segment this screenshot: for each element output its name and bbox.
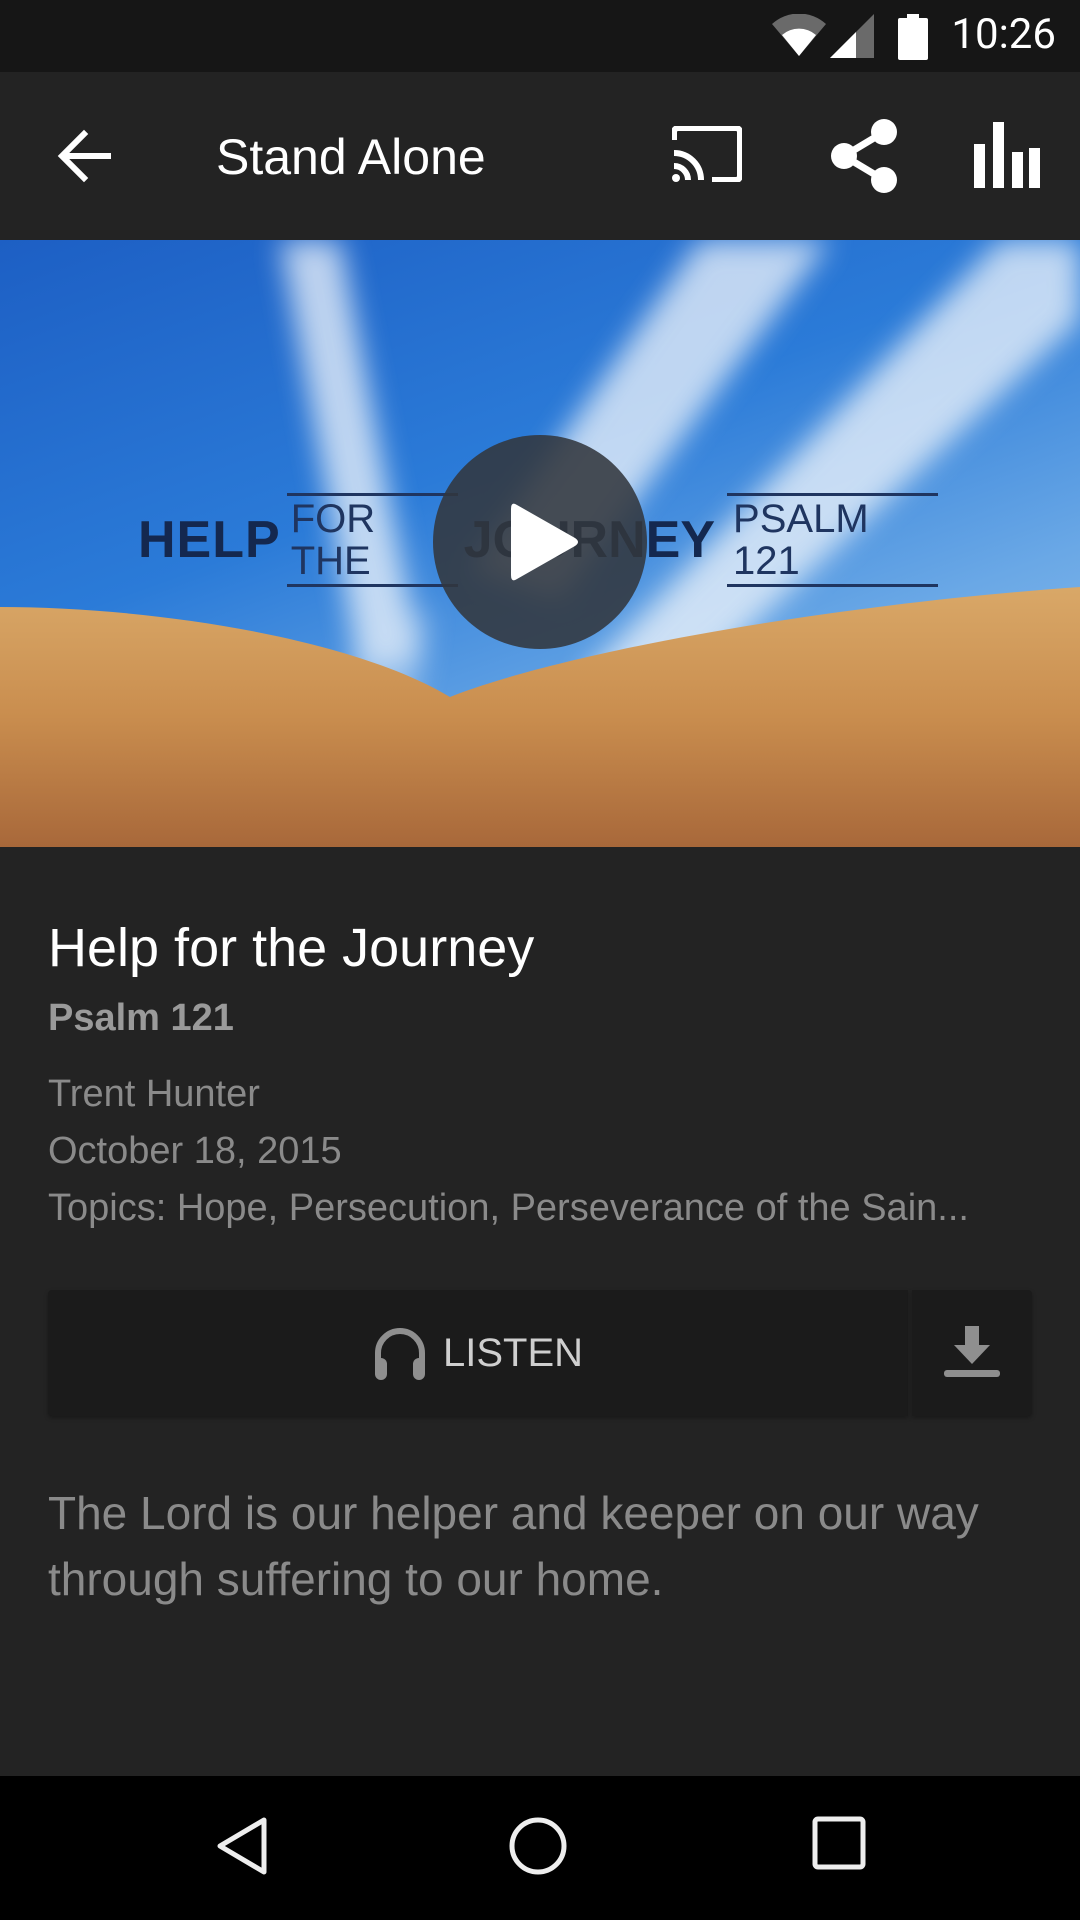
download-icon	[944, 1326, 1000, 1377]
headphones-icon	[374, 1328, 425, 1380]
action-buttons: LISTEN	[48, 1290, 1032, 1416]
home-circle-icon[interactable]	[508, 1816, 568, 1876]
sermon-date: October 18, 2015	[48, 1130, 342, 1172]
page-title: Stand Alone	[216, 129, 486, 185]
sermon-speaker: Trent Hunter	[48, 1073, 260, 1115]
sermon-details: Help for the Journey Psalm 121 Trent Hun…	[48, 910, 1038, 1237]
sermon-description: The Lord is our helper and keeper on our…	[48, 1487, 979, 1605]
app-bar: Stand Alone	[0, 72, 1080, 240]
cell-signal-icon	[830, 14, 874, 58]
back-triangle-icon[interactable]	[214, 1816, 270, 1876]
arrow-left-icon[interactable]	[54, 126, 114, 186]
sermon-topics: Topics: Hope, Persecution, Perseverance …	[48, 1187, 969, 1229]
play-button[interactable]	[433, 435, 647, 649]
sermon-title: Help for the Journey	[48, 918, 535, 978]
system-nav-bar	[0, 1776, 1080, 1920]
recents-square-icon[interactable]	[812, 1816, 866, 1870]
banner-word-help: HELP	[138, 511, 281, 569]
play-icon	[511, 503, 578, 581]
banner-word-psalm: PSALM 121	[727, 493, 938, 587]
battery-icon	[898, 14, 928, 60]
clock: 10:26	[951, 10, 1056, 59]
cast-icon[interactable]	[672, 126, 742, 182]
stats-bars-icon[interactable]	[972, 122, 1042, 188]
share-icon[interactable]	[828, 118, 900, 194]
listen-button[interactable]: LISTEN	[48, 1290, 908, 1416]
sermon-artwork: HELP FOR THE JOURNEY PSALM 121	[0, 240, 1080, 847]
status-bar: 10:26	[0, 0, 1080, 72]
banner-word-for-the: FOR THE	[286, 493, 458, 587]
download-button[interactable]	[912, 1290, 1032, 1416]
sermon-passage: Psalm 121	[48, 997, 234, 1039]
listen-label: LISTEN	[442, 1330, 584, 1375]
wifi-icon	[772, 14, 826, 56]
